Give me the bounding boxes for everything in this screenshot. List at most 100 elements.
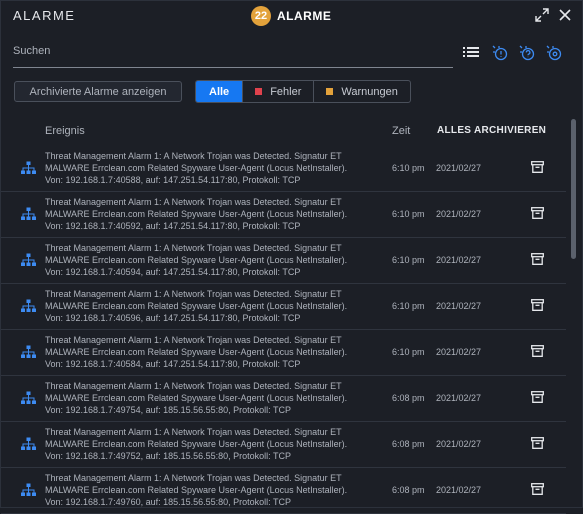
alarm-message-line: MALWARE Errclean.com Related Spyware Use… bbox=[45, 439, 348, 449]
alarm-message-line: Von: 192.168.1.7:40592, auf: 147.251.54.… bbox=[45, 221, 301, 231]
alarm-time: 6:08 pm bbox=[392, 439, 425, 449]
alarm-message: Threat Management Alarm 1: A Network Tro… bbox=[45, 288, 381, 324]
alarm-message-line: MALWARE Errclean.com Related Spyware Use… bbox=[45, 347, 348, 357]
alarm-message: Threat Management Alarm 1: A Network Tro… bbox=[45, 334, 381, 370]
alarm-message-line: Von: 192.168.1.7:40594, auf: 147.251.54.… bbox=[45, 267, 301, 277]
archive-icon[interactable] bbox=[531, 482, 544, 495]
close-icon[interactable] bbox=[558, 8, 572, 22]
archive-icon[interactable] bbox=[531, 252, 544, 265]
alarm-count-badge: 22 bbox=[251, 6, 271, 26]
alarm-panel: ALARME 22 ALARME Suchen Archivierte Alar… bbox=[0, 0, 583, 514]
alarm-message: Threat Management Alarm 1: A Network Tro… bbox=[45, 472, 381, 508]
alarm-message-line: Von: 192.168.1.7:40584, auf: 147.251.54.… bbox=[45, 359, 301, 369]
warning-square-icon bbox=[326, 88, 334, 95]
alarm-row[interactable]: Threat Management Alarm 1: A Network Tro… bbox=[1, 330, 566, 376]
alarm-date: 2021/02/27 bbox=[436, 393, 482, 403]
alarm-message-line: Threat Management Alarm 1: A Network Tro… bbox=[45, 427, 342, 437]
alarm-message-line: Threat Management Alarm 1: A Network Tro… bbox=[45, 381, 342, 391]
show-archived-button[interactable]: Archivierte Alarme anzeigen bbox=[14, 81, 182, 102]
network-icon bbox=[21, 161, 36, 175]
search-field[interactable] bbox=[13, 41, 453, 68]
filter-all-label: Alle bbox=[209, 85, 230, 98]
network-icon bbox=[21, 437, 36, 451]
alarm-message: Threat Management Alarm 1: A Network Tro… bbox=[45, 380, 381, 416]
alarm-message-line: Threat Management Alarm 1: A Network Tro… bbox=[45, 151, 342, 161]
column-header-time: Zeit bbox=[392, 125, 411, 137]
alarm-row[interactable]: Threat Management Alarm 1: A Network Tro… bbox=[1, 376, 566, 422]
archive-icon[interactable] bbox=[531, 298, 544, 311]
alarm-message-line: Von: 192.168.1.7:49754, auf: 185.15.56.5… bbox=[45, 405, 292, 415]
alarm-row[interactable]: Threat Management Alarm 1: A Network Tro… bbox=[1, 468, 566, 514]
alarm-message-line: Threat Management Alarm 1: A Network Tro… bbox=[45, 289, 342, 299]
header-left-title: ALARME bbox=[13, 8, 76, 23]
alarm-date: 2021/02/27 bbox=[436, 163, 482, 173]
alert-settings-icon[interactable] bbox=[544, 43, 562, 61]
alarm-date: 2021/02/27 bbox=[436, 301, 482, 311]
alarm-message-line: Threat Management Alarm 1: A Network Tro… bbox=[45, 335, 342, 345]
alarm-row[interactable]: Threat Management Alarm 1: A Network Tro… bbox=[1, 284, 566, 330]
archive-icon[interactable] bbox=[531, 390, 544, 403]
archive-icon[interactable] bbox=[531, 160, 544, 173]
archive-icon[interactable] bbox=[531, 436, 544, 449]
alarm-message-line: MALWARE Errclean.com Related Spyware Use… bbox=[45, 301, 348, 311]
alarm-message-line: Threat Management Alarm 1: A Network Tro… bbox=[45, 197, 342, 207]
alarm-message: Threat Management Alarm 1: A Network Tro… bbox=[45, 196, 381, 232]
network-icon bbox=[21, 391, 36, 405]
network-icon bbox=[21, 299, 36, 313]
archive-all-button[interactable]: ALLES ARCHIVIEREN bbox=[437, 125, 546, 136]
alarm-row[interactable]: Threat Management Alarm 1: A Network Tro… bbox=[1, 238, 566, 284]
network-icon bbox=[21, 253, 36, 267]
panel-header: ALARME 22 ALARME bbox=[1, 1, 582, 31]
alarm-date: 2021/02/27 bbox=[436, 439, 482, 449]
search-input[interactable] bbox=[13, 41, 453, 61]
alarm-date: 2021/02/27 bbox=[436, 255, 482, 265]
filter-warnings-label: Warnungen bbox=[341, 85, 398, 98]
alarm-message-line: MALWARE Errclean.com Related Spyware Use… bbox=[45, 209, 348, 219]
alarm-message-line: MALWARE Errclean.com Related Spyware Use… bbox=[45, 255, 348, 265]
alarm-row[interactable]: Threat Management Alarm 1: A Network Tro… bbox=[1, 192, 566, 238]
expand-icon[interactable] bbox=[535, 8, 549, 22]
filter-errors-label: Fehler bbox=[270, 85, 302, 98]
alarm-message: Threat Management Alarm 1: A Network Tro… bbox=[45, 242, 381, 278]
severity-filter: Alle Fehler Warnungen bbox=[195, 80, 411, 103]
alarm-time: 6:10 pm bbox=[392, 209, 425, 219]
alarm-date: 2021/02/27 bbox=[436, 485, 482, 495]
alarm-time: 6:10 pm bbox=[392, 163, 425, 173]
alarm-message-line: Von: 192.168.1.7:49752, auf: 185.15.56.5… bbox=[45, 451, 292, 461]
network-icon bbox=[21, 345, 36, 359]
network-icon bbox=[21, 483, 36, 497]
list-view-icon[interactable] bbox=[462, 43, 480, 61]
alarm-message-line: MALWARE Errclean.com Related Spyware Use… bbox=[45, 163, 348, 173]
alarm-message-line: MALWARE Errclean.com Related Spyware Use… bbox=[45, 393, 348, 403]
alarm-row[interactable]: Threat Management Alarm 1: A Network Tro… bbox=[1, 146, 566, 192]
alarm-message-line: Threat Management Alarm 1: A Network Tro… bbox=[45, 243, 342, 253]
alarm-message-line: Threat Management Alarm 1: A Network Tro… bbox=[45, 473, 342, 483]
alert-info-icon[interactable] bbox=[490, 43, 508, 61]
alarm-time: 6:08 pm bbox=[392, 485, 425, 495]
archive-icon[interactable] bbox=[531, 344, 544, 357]
alert-question-icon[interactable] bbox=[517, 43, 535, 61]
filter-warnings-tab[interactable]: Warnungen bbox=[314, 81, 409, 102]
alarm-message: Threat Management Alarm 1: A Network Tro… bbox=[45, 426, 381, 462]
alarm-date: 2021/02/27 bbox=[436, 347, 482, 357]
column-header-event: Ereignis bbox=[45, 125, 85, 137]
alarm-time: 6:10 pm bbox=[392, 301, 425, 311]
alarm-time: 6:10 pm bbox=[392, 255, 425, 265]
alarm-message-line: Von: 192.168.1.7:40588, auf: 147.251.54.… bbox=[45, 175, 301, 185]
header-center: 22 ALARME bbox=[251, 6, 331, 26]
alarm-message-line: Von: 192.168.1.7:49760, auf: 185.15.56.5… bbox=[45, 497, 292, 507]
filter-all-tab[interactable]: Alle bbox=[196, 81, 244, 102]
network-icon bbox=[21, 207, 36, 221]
alarm-row[interactable]: Threat Management Alarm 1: A Network Tro… bbox=[1, 422, 566, 468]
alarm-date: 2021/02/27 bbox=[436, 209, 482, 219]
alarm-time: 6:08 pm bbox=[392, 393, 425, 403]
filter-errors-tab[interactable]: Fehler bbox=[243, 81, 315, 102]
scrollbar-thumb[interactable] bbox=[571, 119, 576, 259]
alarm-list: Threat Management Alarm 1: A Network Tro… bbox=[1, 146, 566, 514]
header-center-title: ALARME bbox=[277, 9, 332, 23]
alarm-message-line: MALWARE Errclean.com Related Spyware Use… bbox=[45, 485, 348, 495]
alarm-time: 6:10 pm bbox=[392, 347, 425, 357]
archive-icon[interactable] bbox=[531, 206, 544, 219]
alarm-message-line: Von: 192.168.1.7:40596, auf: 147.251.54.… bbox=[45, 313, 301, 323]
alarm-message: Threat Management Alarm 1: A Network Tro… bbox=[45, 150, 381, 186]
